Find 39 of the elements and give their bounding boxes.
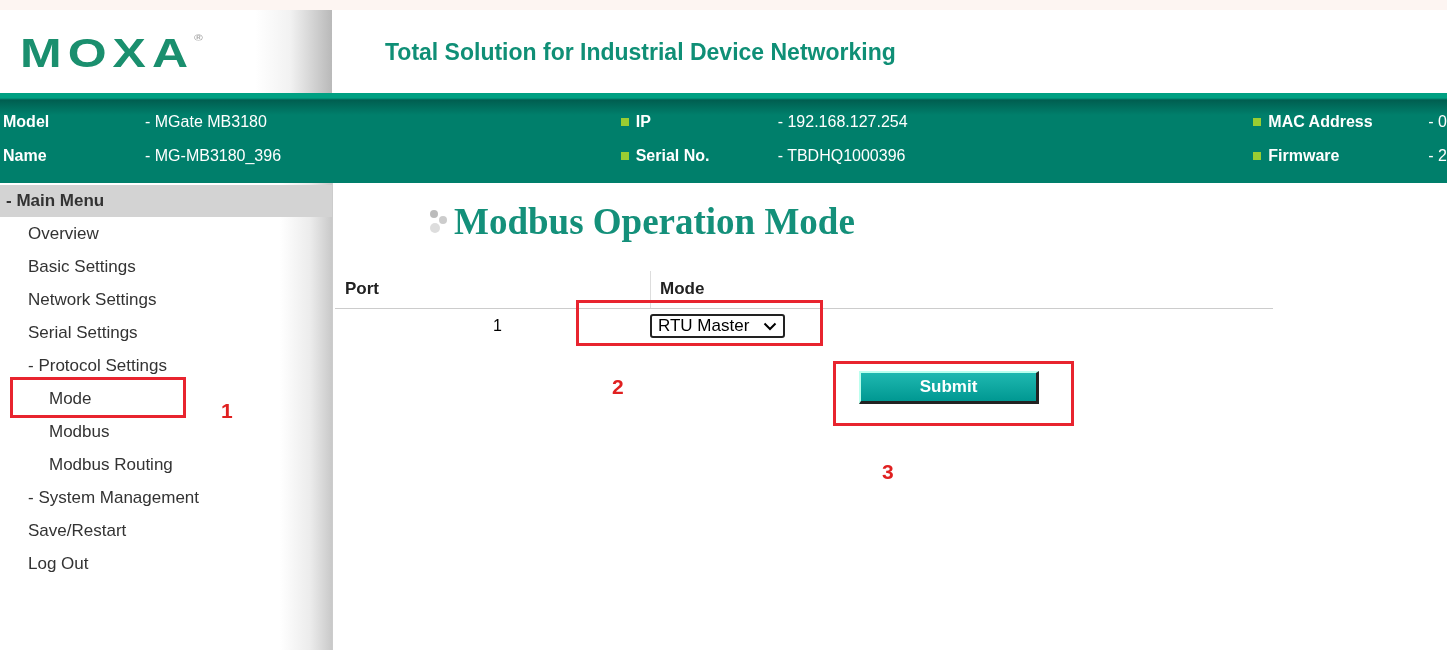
menu-item[interactable]: Basic Settings [28, 257, 136, 276]
info-value: - 0 [1428, 113, 1447, 131]
bullet-icon [1253, 118, 1262, 126]
menu-item[interactable]: - Protocol Settings [28, 356, 167, 375]
step-number: 1 [221, 399, 233, 423]
bullet-icon [620, 152, 629, 160]
header-title: Total Solution for Industrial Device Networking [385, 38, 896, 66]
step-number: 3 [882, 460, 894, 484]
bullet-icon [620, 118, 629, 126]
menu-item[interactable]: Serial Settings [28, 323, 138, 342]
info-label: Model [3, 113, 50, 131]
menu-item[interactable]: Modbus [49, 422, 110, 441]
caret-icon [763, 321, 778, 331]
logo: MOXA$^{®}$ [20, 32, 203, 73]
info-value: - TBDHQ1000396 [777, 147, 906, 165]
menu-item[interactable]: Modbus Routing [49, 455, 173, 474]
bullet-icon [1253, 152, 1262, 160]
info-label: Firmware [1268, 147, 1340, 165]
step-number: 2 [612, 375, 624, 399]
info-label: Name [3, 147, 47, 165]
table-cell: 1 [493, 317, 502, 334]
menu-header[interactable]: - Main Menu [0, 185, 332, 217]
menu-item[interactable]: Save/Restart [28, 521, 127, 540]
info-label: Serial No. [635, 147, 710, 165]
menu-item[interactable]: Mode [49, 389, 92, 408]
info-label: MAC Address [1268, 113, 1373, 131]
column-header: Port [344, 278, 380, 300]
menu-item[interactable]: Log Out [28, 554, 89, 573]
menu-item[interactable]: Overview [28, 224, 99, 243]
info-value: - MGate MB3180 [145, 113, 267, 131]
column-header: Mode [650, 271, 1273, 308]
info-value: - 192.168.127.254 [777, 113, 908, 131]
page-title: Modbus Operation Mode [454, 199, 855, 243]
info-value: - 2 [1428, 147, 1447, 165]
menu-item[interactable]: Network Settings [28, 290, 157, 309]
info-value: - MG-MB3180_396 [145, 147, 282, 165]
menu-item[interactable]: - System Management [28, 488, 199, 507]
info-label: IP [635, 113, 651, 131]
mode-dropdown[interactable]: RTU Master [650, 314, 786, 338]
